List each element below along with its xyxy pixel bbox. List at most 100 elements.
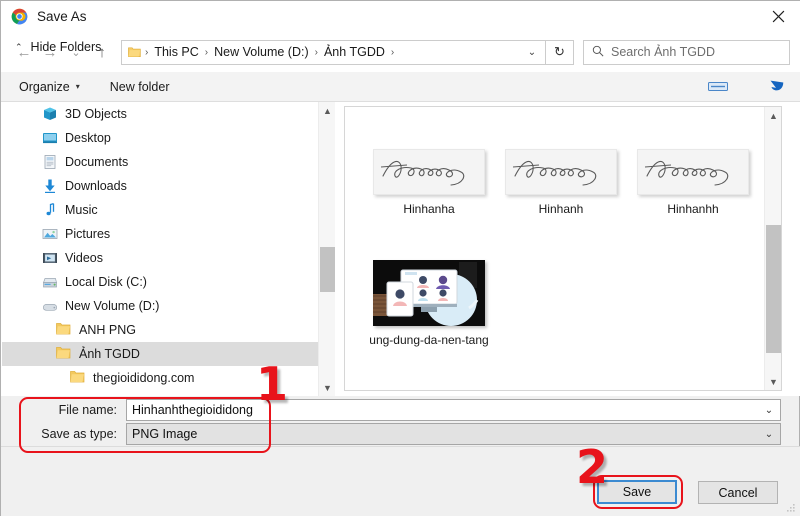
- breadcrumb-separator: ›: [314, 46, 318, 58]
- folder-icon: [128, 46, 141, 58]
- dialog-body: 3D Objects Desktop Documents Downloads M…: [1, 102, 800, 396]
- save-as-dialog: Save As ← → ⌄ ↑ › This PC › New Volume (…: [0, 0, 800, 516]
- tree-item-pictures[interactable]: Pictures: [2, 222, 318, 246]
- cancel-button[interactable]: Cancel: [698, 481, 778, 504]
- file-name-input[interactable]: Hinhanhthegioididong ⌄: [126, 399, 781, 421]
- breadcrumb-item-1[interactable]: New Volume (D:): [212, 45, 310, 59]
- search-icon: [592, 45, 604, 60]
- file-item[interactable]: ung-dung-da-nen-tang: [363, 260, 495, 347]
- tree-item-documents[interactable]: Documents: [2, 150, 318, 174]
- organize-button[interactable]: Organize ▾: [19, 80, 80, 94]
- chrome-icon: [11, 8, 28, 25]
- search-input[interactable]: Search Ảnh TGDD: [583, 39, 790, 65]
- file-item[interactable]: Hinhanha: [363, 149, 495, 216]
- local-disk-icon: [42, 274, 58, 290]
- file-name-value: Hinhanhthegioididong: [132, 403, 253, 417]
- organize-label: Organize: [19, 79, 70, 94]
- tree-item-label: Downloads: [65, 179, 127, 193]
- chevron-down-icon[interactable]: ⌄: [758, 424, 780, 444]
- scroll-up-icon[interactable]: ▲: [319, 102, 336, 119]
- file-item[interactable]: Hinhanhh: [627, 149, 759, 216]
- chevron-up-icon: ⌃: [15, 41, 23, 52]
- address-bar[interactable]: › This PC › New Volume (D:) › Ảnh TGDD ›…: [121, 39, 546, 65]
- hide-folders-button[interactable]: ⌃ Hide Folders: [15, 40, 101, 54]
- tree-item-thegioididong-com[interactable]: thegioididong.com: [2, 366, 318, 390]
- file-list-pane[interactable]: Hinhanha Hinhanh Hinhanhh ung-dung-da-ne…: [344, 106, 782, 391]
- tree-item-label: Local Disk (C:): [65, 275, 147, 289]
- save-as-type-value: PNG Image: [132, 427, 198, 441]
- thumbnail-signature: [505, 149, 617, 195]
- navigation-tree[interactable]: 3D Objects Desktop Documents Downloads M…: [2, 102, 318, 396]
- window-title: Save As: [37, 9, 87, 24]
- save-as-type-row: Save as type: PNG Image ⌄: [1, 423, 800, 445]
- breadcrumb-item-0[interactable]: This PC: [152, 45, 200, 59]
- hide-folders-label: Hide Folders: [30, 40, 102, 54]
- tree-item-local-disk-c[interactable]: Local Disk (C:): [2, 270, 318, 294]
- tree-item-videos[interactable]: Videos: [2, 246, 318, 270]
- breadcrumb-separator: ›: [145, 46, 149, 58]
- tree-item-label: Music: [65, 203, 98, 217]
- tree-item-desktop[interactable]: Desktop: [2, 126, 318, 150]
- save-button[interactable]: Save: [597, 480, 677, 504]
- tree-item-label: New Volume (D:): [65, 299, 160, 313]
- music-icon: [42, 202, 58, 218]
- pictures-icon: [42, 226, 58, 242]
- save-as-type-label: Save as type:: [41, 427, 117, 441]
- navigation-bar: ← → ⌄ ↑ › This PC › New Volume (D:) › Ản…: [1, 32, 800, 72]
- documents-icon: [42, 154, 58, 170]
- scrollbar-thumb[interactable]: [320, 247, 335, 292]
- breadcrumb-separator: ›: [390, 46, 395, 58]
- breadcrumb-item-2[interactable]: Ảnh TGDD: [322, 45, 387, 59]
- thumbnail-signature: [373, 149, 485, 195]
- tree-item-anh-tgdd[interactable]: Ảnh TGDD: [2, 342, 318, 366]
- file-grid: Hinhanha Hinhanh Hinhanhh ung-dung-da-ne…: [345, 107, 765, 390]
- tree-item-anh-png[interactable]: ANH PNG: [2, 318, 318, 342]
- scrollbar-thumb[interactable]: [766, 225, 781, 353]
- search-placeholder: Search Ảnh TGDD: [611, 45, 715, 59]
- tree-item-new-volume-d[interactable]: New Volume (D:): [2, 294, 318, 318]
- scroll-down-icon[interactable]: ▼: [765, 373, 781, 390]
- thumbnail-signature: [637, 149, 749, 195]
- file-name-row: File name: Hinhanhthegioididong ⌄: [1, 399, 800, 421]
- tree-item-music[interactable]: Music: [2, 198, 318, 222]
- tree-item-label: thegioididong.com: [93, 371, 195, 385]
- help-arrow-icon[interactable]: [765, 76, 787, 98]
- videos-icon: [42, 250, 58, 266]
- tree-item-3d-objects[interactable]: 3D Objects: [2, 102, 318, 126]
- folder-icon: [70, 370, 86, 386]
- title-bar: Save As: [1, 1, 800, 32]
- tree-item-label: 3D Objects: [65, 107, 127, 121]
- tree-item-label: Pictures: [65, 227, 111, 241]
- view-layout-icon[interactable]: [707, 79, 729, 95]
- thumbnail-photo: [373, 260, 485, 326]
- tree-scrollbar[interactable]: ▲ ▼: [318, 102, 335, 396]
- folder-icon: [56, 346, 72, 362]
- tree-item-label: ANH PNG: [79, 323, 136, 337]
- scroll-up-icon[interactable]: ▲: [765, 107, 781, 124]
- save-as-type-select[interactable]: PNG Image ⌄: [126, 423, 781, 445]
- tree-item-label: Videos: [65, 251, 103, 265]
- dialog-footer: [1, 446, 800, 516]
- drive-icon: [42, 298, 58, 314]
- chevron-down-icon[interactable]: ⌄: [519, 41, 545, 64]
- close-icon[interactable]: [755, 1, 800, 32]
- file-item-label: Hinhanha: [403, 202, 455, 216]
- tree-item-label: Desktop: [65, 131, 111, 145]
- 3d-objects-icon: [42, 106, 58, 122]
- file-item[interactable]: Hinhanh: [495, 149, 627, 216]
- resize-grip[interactable]: [784, 501, 796, 513]
- scroll-down-icon[interactable]: ▼: [319, 379, 336, 396]
- tree-item-label: Documents: [65, 155, 129, 169]
- file-name-label: File name:: [58, 403, 117, 417]
- desktop-icon: [42, 130, 58, 146]
- downloads-icon: [42, 178, 58, 194]
- refresh-icon[interactable]: ↻: [546, 39, 574, 65]
- file-list-scrollbar[interactable]: ▲ ▼: [764, 107, 781, 390]
- chevron-down-icon[interactable]: ⌄: [758, 400, 780, 420]
- tree-item-downloads[interactable]: Downloads: [2, 174, 318, 198]
- file-item-label: ung-dung-da-nen-tang: [369, 333, 489, 347]
- folder-icon: [56, 322, 72, 338]
- file-fields: File name: Hinhanhthegioididong ⌄ Save a…: [1, 396, 800, 446]
- new-folder-button[interactable]: New folder: [110, 80, 170, 94]
- breadcrumb-separator: ›: [204, 46, 209, 58]
